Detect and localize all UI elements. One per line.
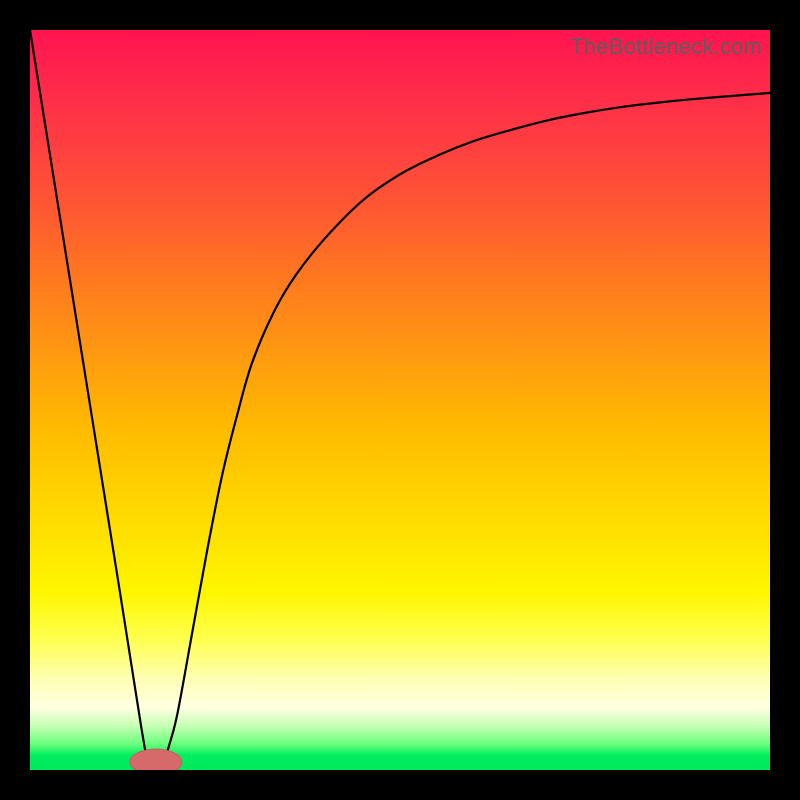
bottleneck-curve <box>30 30 770 770</box>
chart-svg <box>30 30 770 770</box>
chart-frame: TheBottleneck.com <box>0 0 800 800</box>
plot-area: TheBottleneck.com <box>30 30 770 770</box>
min-marker <box>130 749 182 770</box>
